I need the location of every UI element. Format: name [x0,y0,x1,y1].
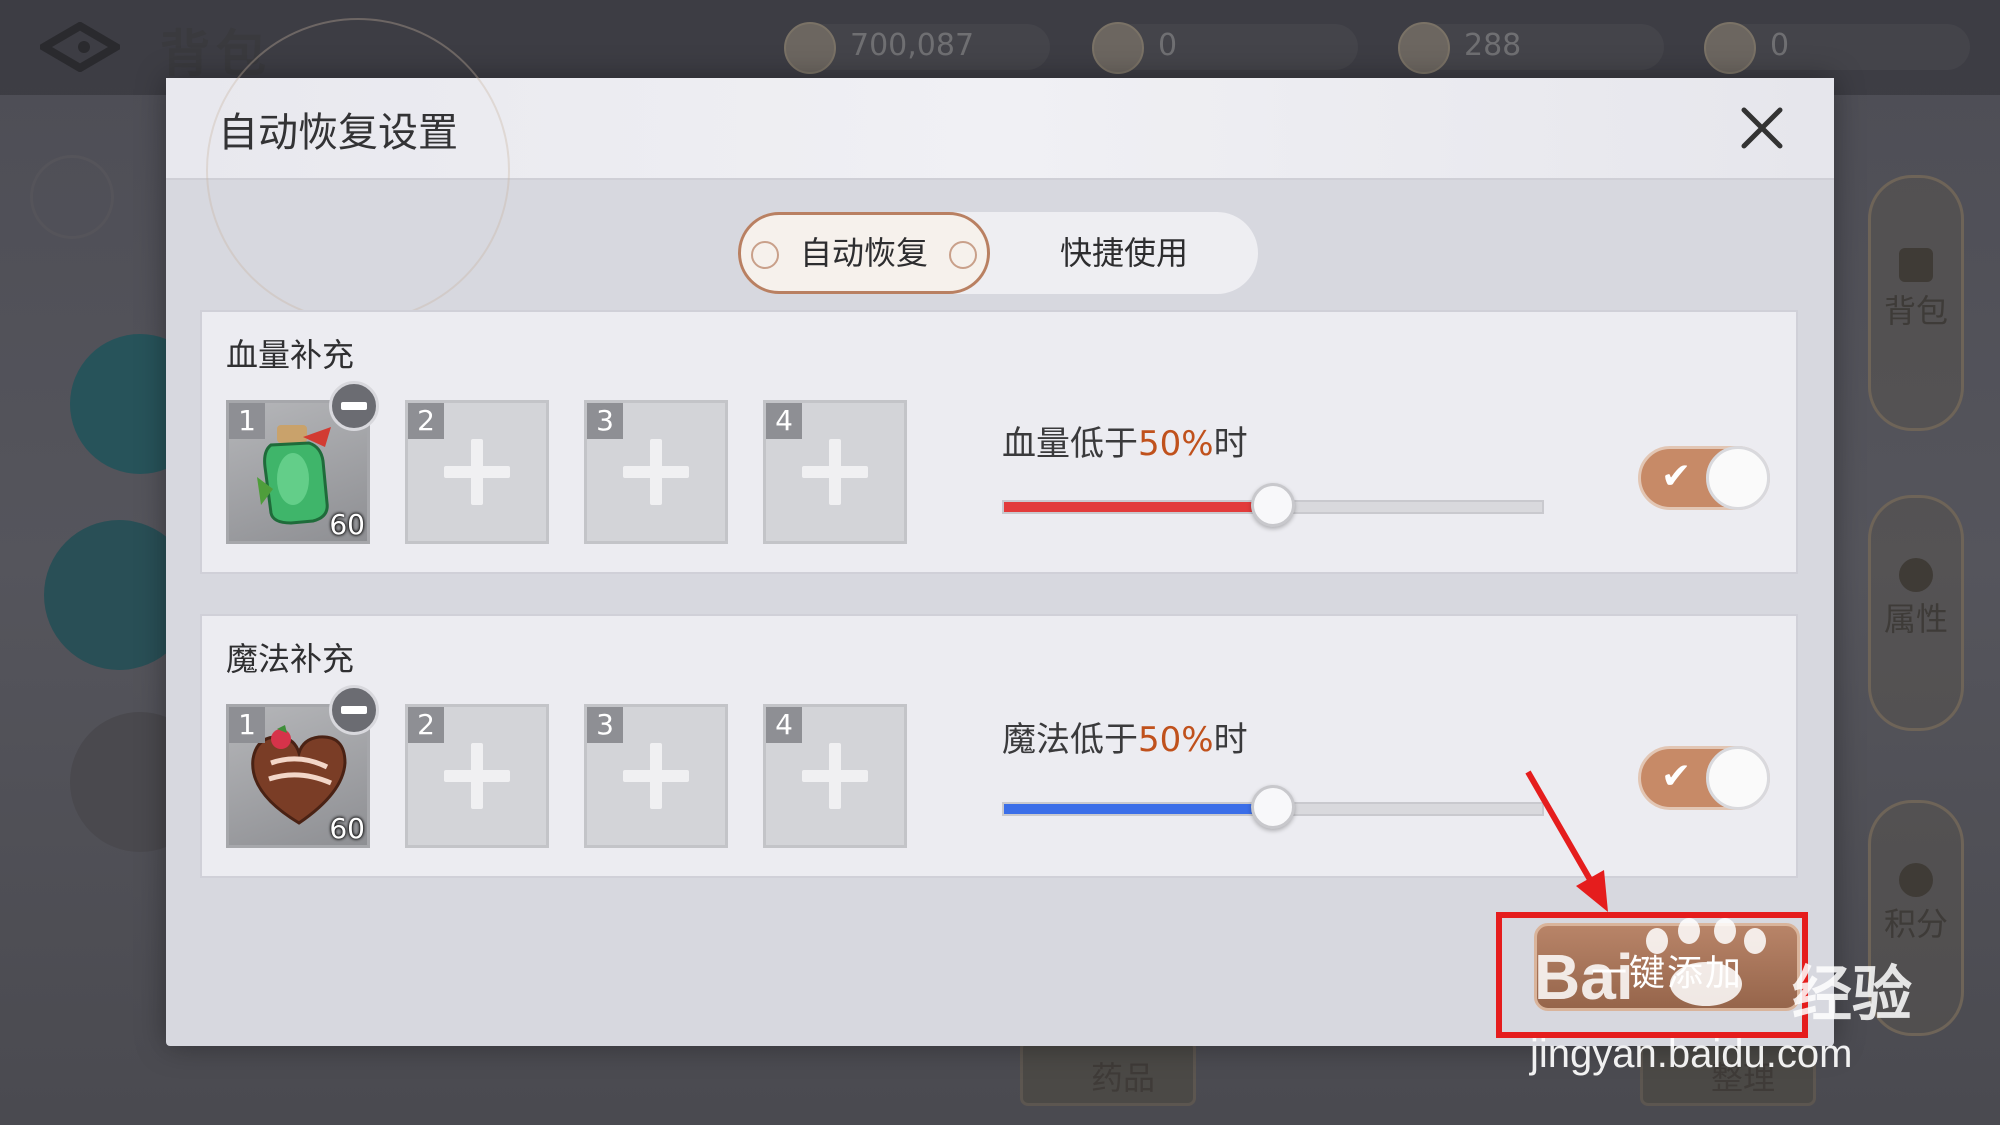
header-decoration [206,18,510,322]
hp-slot-1[interactable]: 1 60 [226,381,379,544]
bottom-button-medicine[interactable]: 药品 [1020,1040,1196,1106]
hp-panel: 血量补充 1 60 2 3 4 血量低于50%时 ✔ [200,310,1798,574]
mp-auto-toggle[interactable]: ✔ [1638,746,1770,810]
currency-gem: 288 [1398,22,1664,74]
mp-slot-1[interactable]: 1 60 [226,685,379,848]
hp-slider-fill [1004,502,1273,512]
close-icon[interactable] [1738,104,1786,152]
slot-number: 1 [229,707,265,743]
remove-item-button[interactable] [329,381,379,431]
hp-panel-title: 血量补充 [226,336,355,374]
hp-threshold-value: 50% [1138,424,1214,464]
mp-panel-title: 魔法补充 [226,640,355,678]
hp-slider-knob[interactable] [1251,483,1295,527]
currency-gold: 0 [1704,22,1970,74]
side-tab-attributes[interactable]: 属性 [1868,495,1964,731]
slot-number: 3 [587,707,623,743]
check-icon: ✔ [1661,756,1692,797]
slot-number: 1 [229,403,265,439]
watermark-brand: Bai [1534,941,1634,1013]
hp-threshold-slider[interactable] [1002,483,1544,527]
auto-recovery-dialog: 自动恢复设置 自动恢复 快捷使用 血量补充 1 60 2 3 4 血量低于50%… [166,18,1834,1046]
slot-number: 3 [587,403,623,439]
slot-number: 2 [408,707,444,743]
points-icon [1899,863,1933,897]
mp-slider-knob[interactable] [1251,785,1295,829]
back-arrow-icon[interactable] [40,22,120,72]
watermark-jingyan: 经验 [1792,960,1912,1030]
mp-threshold-slider[interactable] [1002,785,1544,829]
hp-slot-4[interactable]: 4 [763,400,907,544]
baidu-watermark: Bai 经验 jingyan.baidu.com [1530,918,1950,1090]
attributes-icon [1899,558,1933,592]
slot-number: 4 [766,403,802,439]
diamond-icon [784,22,836,74]
check-icon: ✔ [1661,456,1692,497]
gem-icon [1398,22,1450,74]
baidu-paw-icon [1670,962,1742,1006]
mp-panel: 魔法补充 1 60 2 3 4 魔法低于50%时 ✔ [200,614,1798,878]
hp-auto-toggle[interactable]: ✔ [1638,446,1770,510]
hp-threshold-label: 血量低于50%时 [1002,424,1248,464]
mp-slot-4[interactable]: 4 [763,704,907,848]
tab-bar: 自动恢复 快捷使用 [738,212,1258,294]
mp-slot-3[interactable]: 3 [584,704,728,848]
backpack-icon [1899,248,1933,282]
mp-threshold-value: 50% [1138,720,1214,760]
watermark-url: jingyan.baidu.com [1530,1032,1853,1076]
tab-quick-use[interactable]: 快捷使用 [990,212,1258,294]
dialog-title: 自动恢复设置 [218,110,458,156]
hp-slot-2[interactable]: 2 [405,400,549,544]
minus-icon [341,706,367,714]
toggle-knob [1706,446,1770,510]
slot-number: 2 [408,403,444,439]
side-tab-bag[interactable]: 背包 [1868,175,1964,431]
mp-threshold-label: 魔法低于50%时 [1002,720,1248,760]
info-icon[interactable] [30,155,114,239]
item-count: 60 [329,812,365,845]
item-count: 60 [329,508,365,541]
remove-item-button[interactable] [329,685,379,735]
minus-icon [341,402,367,410]
toggle-knob [1706,746,1770,810]
hp-slot-3[interactable]: 3 [584,400,728,544]
tab-auto-recovery[interactable]: 自动恢复 [738,212,990,294]
silver-coin-icon [1092,22,1144,74]
currency-diamond: 700,087 [784,22,1050,74]
dialog-header: 自动恢复设置 [166,18,1834,322]
gold-coin-icon [1704,22,1756,74]
slot-number: 4 [766,707,802,743]
mp-slider-fill [1004,804,1273,814]
currency-silver: 0 [1092,22,1358,74]
mp-slot-2[interactable]: 2 [405,704,549,848]
